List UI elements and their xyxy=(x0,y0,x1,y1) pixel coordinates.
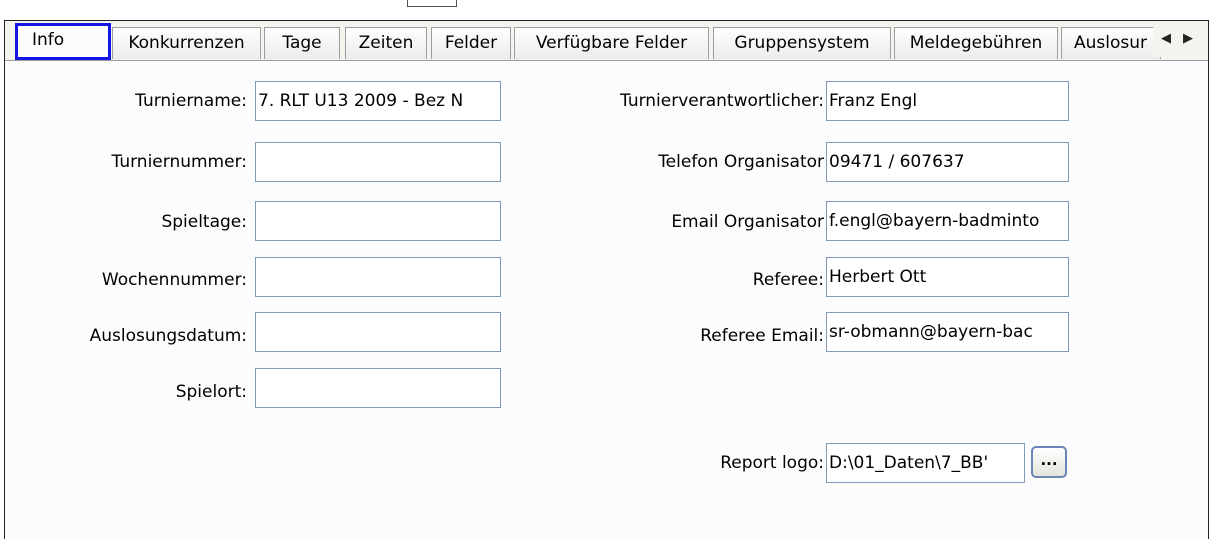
auslosungsdatum-label: Auslosungsdatum: xyxy=(89,326,247,346)
tab-scroll-buttons: ◀ ▶ xyxy=(1153,23,1203,57)
turnierverantwortlicher-field[interactable]: Franz Engl xyxy=(826,81,1069,121)
referee-label: Referee: xyxy=(752,270,824,290)
turniernummer-label: Turniernummer: xyxy=(111,152,247,172)
tab-auslosung[interactable]: Auslosur xyxy=(1061,27,1161,59)
referee-email-field[interactable]: sr-obmann@bayern-bac xyxy=(826,312,1069,352)
telefon-field[interactable]: 09471 / 607637 xyxy=(826,142,1069,182)
screenshot: Info Konkurrenzen Tage Zeiten Felder Ver… xyxy=(0,0,1215,541)
chevron-left-icon[interactable]: ◀ xyxy=(1157,29,1175,49)
tournament-settings-window: Info Konkurrenzen Tage Zeiten Felder Ver… xyxy=(4,20,1209,539)
tab-tage[interactable]: Tage xyxy=(264,27,340,59)
auslosungsdatum-field[interactable] xyxy=(255,312,501,352)
turniernummer-field[interactable] xyxy=(255,142,501,182)
chevron-right-icon[interactable]: ▶ xyxy=(1179,29,1197,49)
tab-verfuegbare-felder[interactable]: Verfügbare Felder xyxy=(514,27,709,59)
tab-gruppensystem[interactable]: Gruppensystem xyxy=(713,27,891,59)
spieltage-label: Spieltage: xyxy=(161,212,247,232)
email-label: Email Organisator xyxy=(671,212,824,232)
telefon-label: Telefon Organisator xyxy=(658,152,824,172)
tab-zeiten[interactable]: Zeiten xyxy=(345,27,427,59)
referee-field[interactable]: Herbert Ott xyxy=(826,257,1069,297)
tab-konkurrenzen[interactable]: Konkurrenzen xyxy=(112,27,261,59)
spielort-label: Spielort: xyxy=(175,382,247,402)
tab-felder[interactable]: Felder xyxy=(431,27,511,59)
email-field[interactable]: f.engl@bayern-badminto xyxy=(826,201,1069,241)
spieltage-field[interactable] xyxy=(255,201,501,241)
clipped-box xyxy=(407,0,457,7)
tab-strip: Info Konkurrenzen Tage Zeiten Felder Ver… xyxy=(5,21,1208,61)
report-logo-label: Report logo: xyxy=(720,453,824,473)
browse-button[interactable]: ... xyxy=(1031,446,1067,478)
referee-email-label: Referee Email: xyxy=(700,326,824,346)
wochennummer-label: Wochennummer: xyxy=(101,270,247,290)
wochennummer-field[interactable] xyxy=(255,257,501,297)
tab-meldegebuehren[interactable]: Meldegebühren xyxy=(894,27,1058,59)
spielort-field[interactable] xyxy=(255,368,501,408)
tab-info[interactable]: Info xyxy=(15,23,111,60)
info-panel: Turniername: 7. RLT U13 2009 - Bez N Tur… xyxy=(5,60,1208,539)
clipped-header-fragment xyxy=(0,0,1215,10)
turniername-field[interactable]: 7. RLT U13 2009 - Bez N xyxy=(255,81,501,121)
report-logo-field[interactable]: D:\01_Daten\7_BB' xyxy=(826,443,1025,483)
turniername-label: Turniername: xyxy=(135,91,247,111)
turnierverantwortlicher-label: Turnierverantwortlicher: xyxy=(620,91,824,111)
